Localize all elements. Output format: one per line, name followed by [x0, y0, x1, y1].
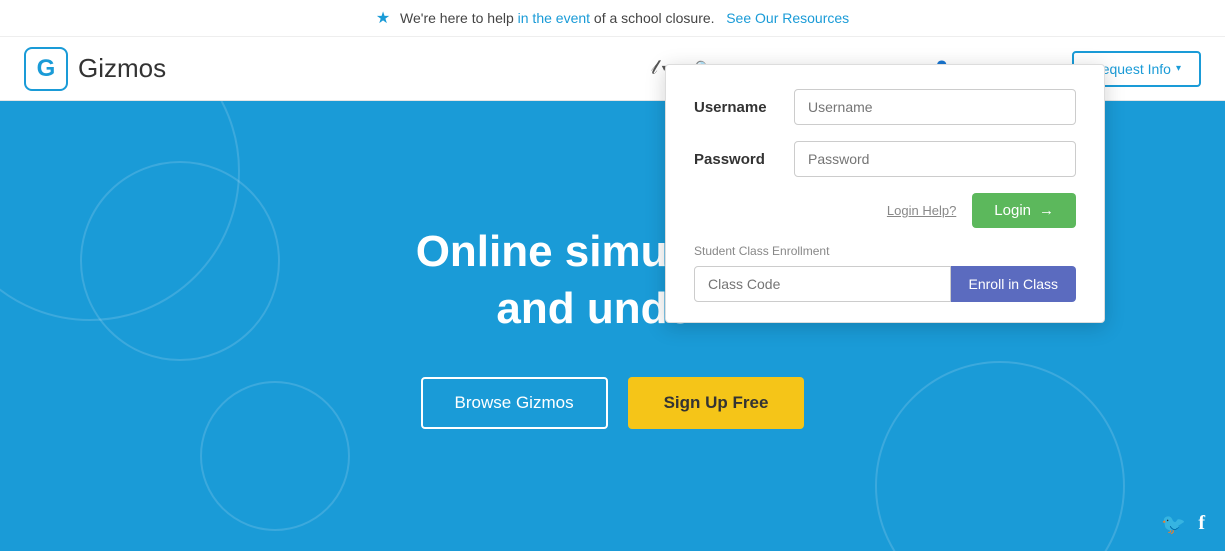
star-icon: ★ — [376, 10, 390, 27]
enroll-in-class-button[interactable]: Enroll in Class — [951, 266, 1076, 302]
hero-title-line2: and unde — [496, 284, 692, 333]
sign-up-free-button[interactable]: Sign Up Free — [628, 377, 805, 429]
login-button[interactable]: Login → — [972, 193, 1076, 228]
login-action-row: Login Help? Login → — [694, 193, 1076, 228]
banner-text2: of a school closure. — [594, 10, 715, 26]
request-info-chevron: ▾ — [1176, 63, 1181, 74]
login-dropdown-panel: Username Password Login Help? Login → St… — [665, 64, 1105, 323]
see-resources-link[interactable]: See Our Resources — [726, 10, 849, 26]
hero-buttons: Browse Gizmos Sign Up Free — [421, 377, 805, 429]
logo-area[interactable]: G Gizmos — [24, 47, 166, 91]
password-label: Password — [694, 151, 794, 168]
username-input[interactable] — [794, 89, 1076, 125]
bg-deco-4 — [875, 361, 1125, 551]
class-code-input[interactable] — [694, 266, 951, 302]
twitter-icon[interactable]: 🐦 — [1161, 512, 1186, 537]
logo-box: G — [24, 47, 68, 91]
enrollment-row: Enroll in Class — [694, 266, 1076, 302]
username-row: Username — [694, 89, 1076, 125]
facebook-icon[interactable]: f — [1198, 512, 1205, 537]
login-label: Login — [994, 202, 1031, 219]
footer-social: 🐦 f — [1161, 512, 1205, 537]
script-glyph: 𝓁 — [651, 57, 658, 80]
enrollment-label: Student Class Enrollment — [694, 244, 1076, 258]
bg-deco-3 — [200, 381, 350, 531]
username-label: Username — [694, 99, 794, 116]
bg-deco-2 — [80, 161, 280, 361]
password-row: Password — [694, 141, 1076, 177]
logo-text: Gizmos — [78, 53, 166, 84]
password-input[interactable] — [794, 141, 1076, 177]
banner-text-highlight: in the event — [518, 10, 594, 26]
browse-gizmos-button[interactable]: Browse Gizmos — [421, 377, 608, 429]
top-banner: ★ We're here to help in the event of a s… — [0, 0, 1225, 37]
login-help-link[interactable]: Login Help? — [887, 203, 956, 218]
login-arrow-icon: → — [1039, 202, 1054, 219]
banner-text: We're here to help — [400, 10, 514, 26]
